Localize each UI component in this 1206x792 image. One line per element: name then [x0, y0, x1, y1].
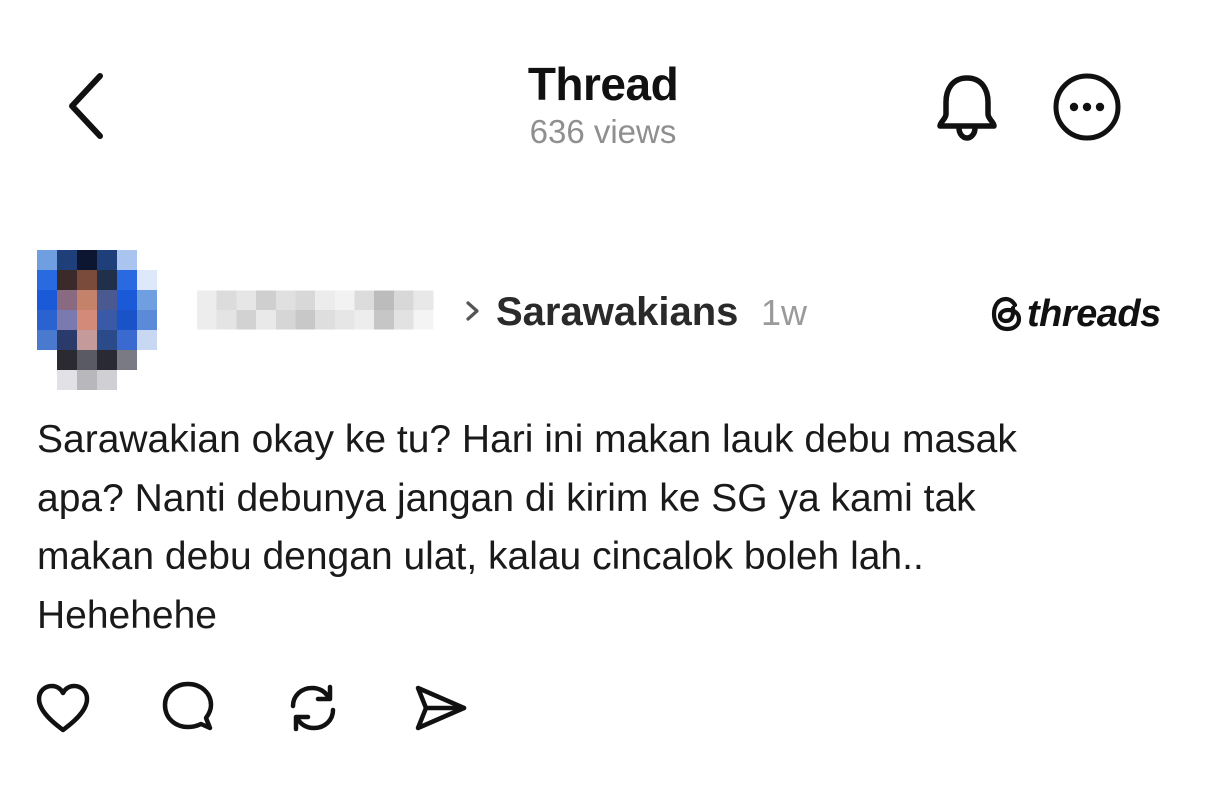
bell-icon: [937, 75, 997, 141]
share-button[interactable]: [410, 678, 470, 738]
repost-icon: [290, 684, 336, 732]
views-count: 636 views: [529, 113, 677, 150]
comment-button[interactable]: [158, 678, 218, 738]
header-title-block: Thread 636 views: [403, 56, 803, 154]
like-button[interactable]: [33, 678, 93, 738]
repost-button[interactable]: [283, 678, 343, 738]
threads-logo-icon: [991, 296, 1022, 332]
community-name[interactable]: Sarawakians: [496, 288, 738, 336]
notify-button[interactable]: [930, 70, 1004, 144]
chevron-right-icon: [462, 297, 484, 325]
username-blur-image: [197, 290, 453, 330]
threads-logo-text: threads: [1027, 293, 1161, 335]
more-horizontal-icon: [1053, 73, 1121, 141]
comment-icon: [162, 681, 214, 731]
avatar-pixelated-image: [37, 250, 177, 390]
page-title: Thread: [527, 58, 679, 110]
post-body-text: Sarawakian okay ke tu? Hari ini makan la…: [37, 418, 1017, 637]
threads-logo: threads: [990, 292, 1161, 336]
back-button[interactable]: [58, 68, 114, 144]
more-options-button[interactable]: [1048, 68, 1126, 146]
post-time: 1w: [761, 292, 808, 333]
chevron-left-icon: [69, 73, 103, 139]
username-pixelated[interactable]: [197, 289, 453, 331]
share-icon: [415, 685, 467, 731]
avatar[interactable]: [37, 250, 177, 390]
heart-icon: [36, 683, 90, 733]
